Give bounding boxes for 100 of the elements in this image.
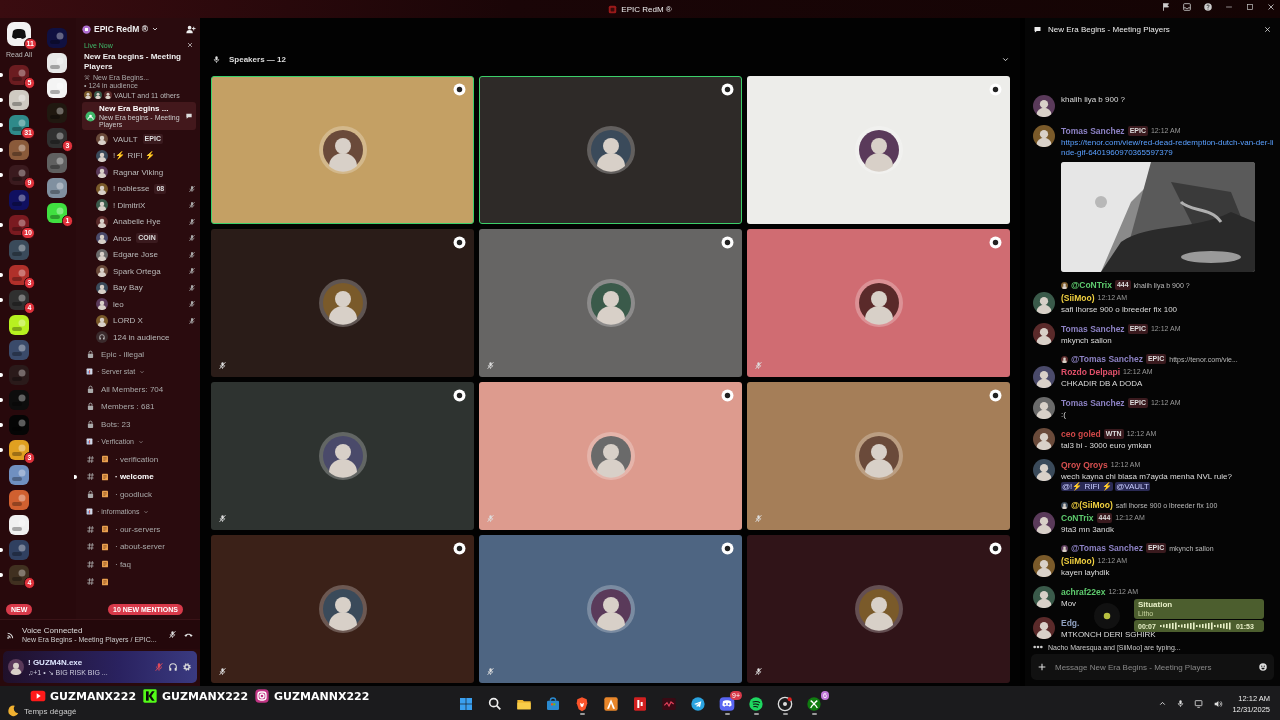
channel-name[interactable]: Bots: 23 [101, 419, 131, 429]
add-button[interactable] [1037, 662, 1047, 672]
server-icon[interactable] [9, 440, 29, 460]
speaker-icon[interactable] [1213, 698, 1224, 709]
message-field[interactable]: Message New Era Begins - Meeting Players [1031, 654, 1274, 680]
more-options-button[interactable] [989, 542, 1002, 555]
member-name[interactable]: Spark Ortega [113, 266, 161, 276]
more-options-button[interactable] [453, 389, 466, 402]
close-icon[interactable] [186, 41, 194, 49]
speaker-tile[interactable] [747, 76, 1010, 224]
server-icon[interactable] [47, 178, 67, 198]
more-options-button[interactable] [721, 389, 734, 402]
chevron-up-icon[interactable] [1158, 699, 1168, 708]
xbox-icon[interactable] [806, 695, 822, 712]
search-button[interactable] [487, 695, 503, 712]
speaker-tile[interactable] [211, 535, 474, 683]
author-name[interactable]: Tomas Sanchez [1061, 323, 1125, 334]
server-icon[interactable] [47, 153, 67, 173]
server-icon[interactable] [47, 78, 67, 98]
member-name[interactable]: Bay Bay [113, 283, 143, 293]
author-name[interactable]: achraf22ex [1061, 586, 1106, 597]
mention-link[interactable]: @VAULT [1115, 482, 1150, 491]
channel-name[interactable]: Members : 681 [101, 402, 155, 412]
invite-icon[interactable] [185, 23, 196, 35]
start-button[interactable] [458, 695, 474, 712]
reply-author[interactable]: @Tomas Sanchez [1071, 543, 1143, 553]
close-button[interactable] [1266, 2, 1276, 12]
triangle-app-icon[interactable] [603, 695, 619, 712]
settings-icon[interactable] [182, 662, 192, 672]
member-name[interactable]: ! DimitriX [113, 200, 146, 210]
speaker-tile[interactable] [479, 76, 742, 224]
channel-name[interactable]: · goodluck [115, 489, 152, 499]
inbox-icon[interactable] [1182, 2, 1192, 12]
live-title[interactable]: New Era begins - Meeting Players [84, 52, 194, 72]
message-link[interactable]: https://tenor.com/view/red-dead-redemption-dutch-van-der-linde-gif-6401960970365597379 [1061, 138, 1274, 158]
paper-plane-icon[interactable] [690, 695, 706, 712]
member-name[interactable]: VAULT [113, 134, 138, 144]
server-icon[interactable] [9, 515, 29, 535]
speaker-tile[interactable] [211, 76, 474, 224]
speaker-tile[interactable] [211, 382, 474, 530]
music-app-icon[interactable] [748, 695, 764, 712]
member-name[interactable]: Edgare Jose [113, 250, 158, 260]
mention-link[interactable]: @!⚡ RIFI ⚡ [1061, 482, 1113, 491]
store-icon[interactable] [545, 695, 561, 712]
server-icon[interactable] [9, 90, 29, 110]
app-icon[interactable] [777, 695, 793, 712]
emoji-button[interactable] [1258, 662, 1268, 672]
author-name[interactable]: Tomas Sanchez [1061, 125, 1125, 136]
reply-author[interactable]: @Tomas Sanchez [1071, 354, 1143, 364]
muted-mic-icon[interactable] [154, 662, 164, 672]
server-icon[interactable] [9, 140, 29, 160]
author-name[interactable]: CoNTrix [1061, 512, 1094, 523]
speaker-tile[interactable] [747, 535, 1010, 683]
reply-author[interactable]: @CoNTrix [1071, 280, 1112, 290]
author-name[interactable]: Qroy Qroys [1061, 459, 1108, 470]
channel-name[interactable]: · welcome [115, 472, 154, 482]
speaker-tile[interactable] [479, 382, 742, 530]
speaker-tile[interactable] [479, 535, 742, 683]
member-name[interactable]: Anabelle Hye [113, 217, 161, 227]
speaker-tile[interactable] [747, 229, 1010, 377]
more-options-button[interactable] [453, 542, 466, 555]
maximize-button[interactable] [1245, 2, 1255, 12]
server-name[interactable]: EPIC RedM ® [94, 24, 148, 34]
author-name[interactable]: (SiiMoo) [1061, 292, 1095, 303]
channel-name[interactable]: Epic - illegal [101, 349, 145, 359]
flag-icon[interactable] [1161, 2, 1171, 12]
reply-author[interactable]: @(SiiMoo) [1071, 500, 1113, 510]
network-icon[interactable] [1194, 698, 1205, 709]
speaker-tile[interactable] [479, 229, 742, 377]
more-options-button[interactable] [721, 236, 734, 249]
server-icon[interactable] [9, 265, 29, 285]
member-name[interactable]: ! noblesse [113, 184, 150, 194]
more-options-button[interactable] [453, 83, 466, 96]
more-options-button[interactable] [453, 236, 466, 249]
author-name[interactable]: Edg. [1061, 617, 1080, 628]
member-name[interactable]: LORD X [113, 316, 143, 326]
more-options-button[interactable] [989, 83, 1002, 96]
channel-name[interactable]: · verification [115, 454, 159, 464]
member-name[interactable]: Anos [113, 233, 132, 243]
author-name[interactable]: Tomas Sanchez [1061, 397, 1125, 408]
channel-name[interactable]: All Members: 704 [101, 384, 164, 394]
channel-name[interactable]: · about-server [115, 542, 165, 552]
message-input[interactable]: Message New Era Begins - Meeting Players [1055, 662, 1250, 672]
more-options-button[interactable] [721, 83, 734, 96]
server-icon[interactable] [47, 203, 67, 223]
lion-shield-icon[interactable] [574, 695, 590, 712]
author-name[interactable]: ceo goled [1061, 428, 1101, 439]
mic-icon[interactable] [1176, 699, 1186, 708]
channel-name[interactable]: · faq [115, 559, 131, 569]
server-icon[interactable] [47, 53, 67, 73]
channel-name[interactable]: · our-servers [115, 524, 161, 534]
collapse-button[interactable] [1001, 55, 1010, 64]
headset-icon[interactable] [168, 662, 178, 672]
close-button[interactable] [1263, 24, 1272, 34]
speaker-tile[interactable] [747, 382, 1010, 530]
member-name[interactable]: leo [113, 299, 124, 309]
speaker-tile[interactable] [211, 229, 474, 377]
help-icon[interactable] [1203, 2, 1213, 12]
member-name[interactable]: !⚡ RIFI ⚡ [113, 151, 155, 161]
member-name[interactable]: Ragnar Viking [113, 167, 164, 177]
